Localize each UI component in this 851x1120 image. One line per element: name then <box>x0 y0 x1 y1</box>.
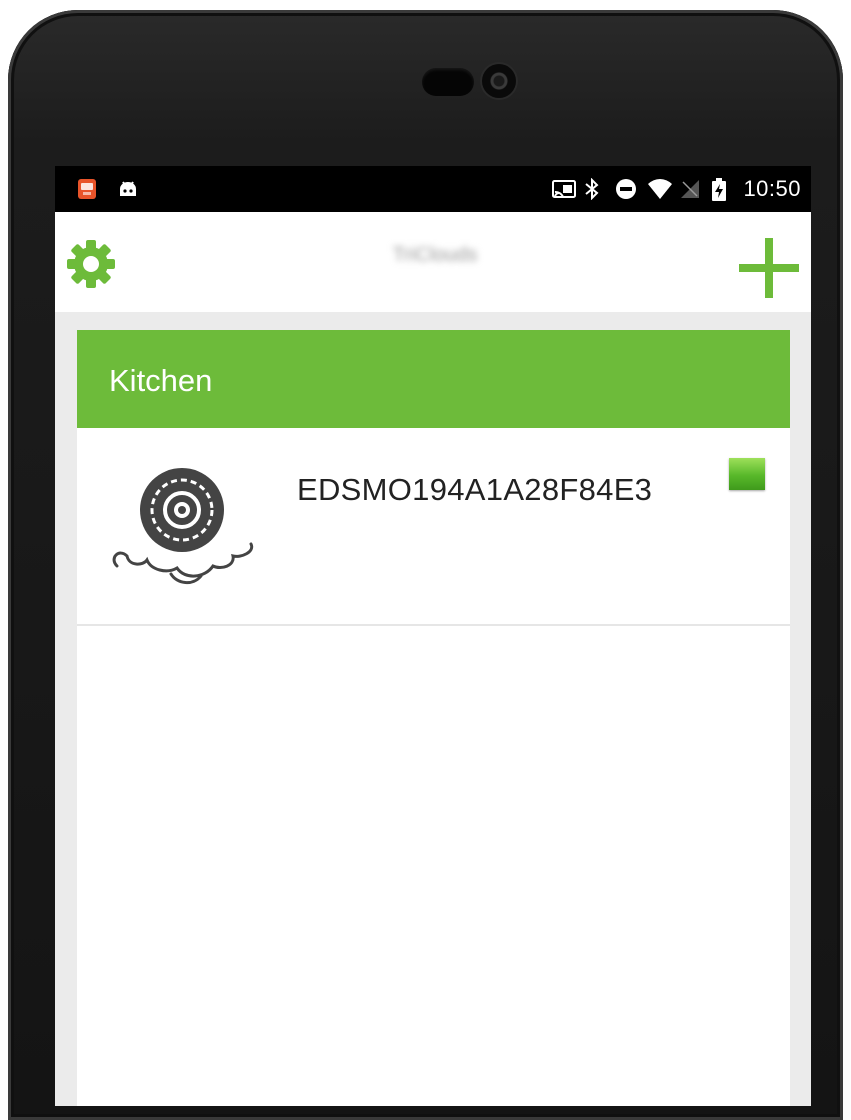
battery-charging-icon <box>711 178 733 201</box>
no-signal-icon <box>679 178 701 200</box>
device-row[interactable]: EDSMO194A1A28F84E3 <box>77 428 790 626</box>
plus-icon <box>739 238 799 298</box>
app-bar: TriClouds <box>55 212 811 312</box>
device-list: Kitchen EDSMO194A1A28F84E3 <box>77 330 790 1106</box>
do-not-disturb-icon <box>615 178 637 200</box>
app-title: TriClouds <box>392 244 478 266</box>
screen: 10:50 TriClouds Kitchen EDSMO194A1A28F84… <box>55 166 811 1106</box>
gear-icon <box>67 240 115 288</box>
front-camera <box>482 64 516 98</box>
android-debug-icon <box>117 178 137 200</box>
wifi-icon <box>647 178 673 200</box>
settings-button[interactable] <box>65 238 117 290</box>
device-name: EDSMO194A1A28F84E3 <box>297 472 653 507</box>
smoke-detector-icon <box>105 462 259 592</box>
earpiece-speaker <box>422 68 474 96</box>
app-notification-icon <box>77 178 97 200</box>
phone-frame: 10:50 TriClouds Kitchen EDSMO194A1A28F84… <box>0 0 851 1120</box>
add-device-button[interactable] <box>739 238 799 298</box>
group-header-kitchen[interactable]: Kitchen <box>77 330 790 428</box>
status-time: 10:50 <box>743 176 801 201</box>
group-title: Kitchen <box>109 363 213 398</box>
device-status-indicator <box>729 458 765 490</box>
cast-icon <box>551 178 577 200</box>
bluetooth-icon <box>583 177 605 201</box>
status-bar: 10:50 <box>55 166 811 212</box>
